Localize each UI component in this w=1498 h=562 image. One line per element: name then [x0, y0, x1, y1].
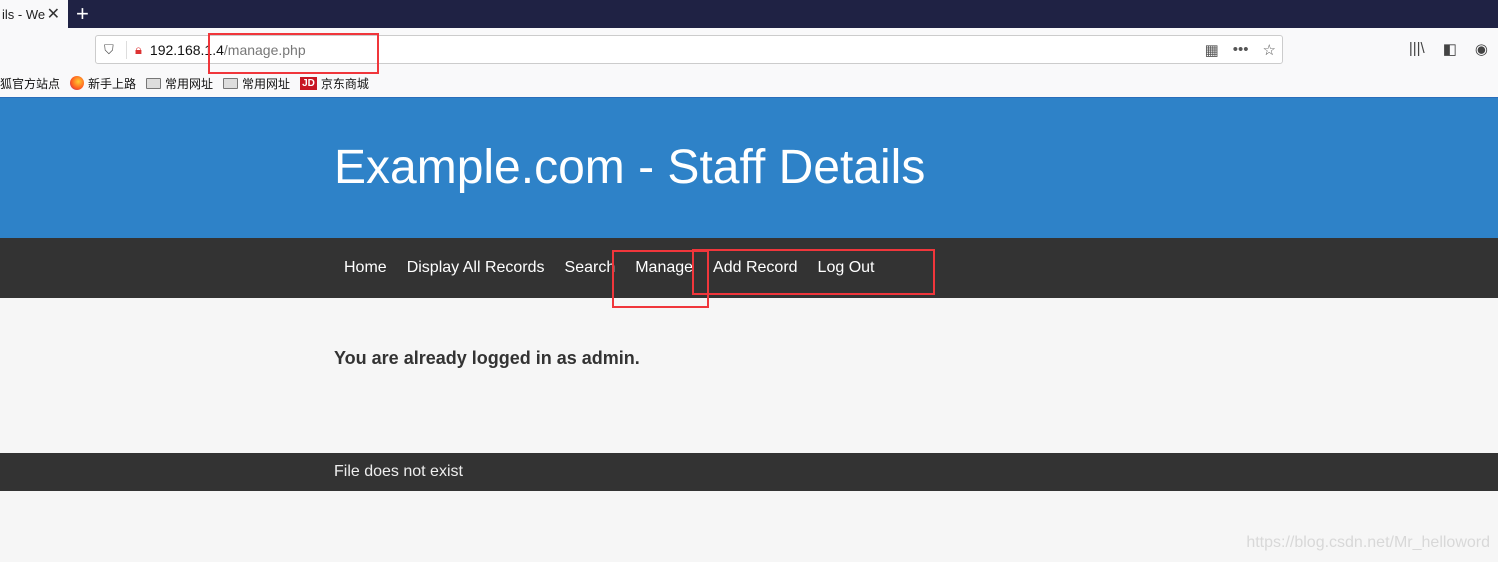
library-icon[interactable]: |||\	[1409, 40, 1425, 58]
content: You are already logged in as admin.	[0, 298, 1498, 453]
bookmark-folder[interactable]: 常用网址	[146, 75, 213, 92]
qr-code-icon[interactable]: ▦	[1205, 41, 1219, 59]
bookmark-label: 新手上路	[88, 76, 137, 91]
login-message: You are already logged in as admin.	[334, 348, 640, 368]
folder-icon	[146, 77, 162, 89]
insecure-lock-icon[interactable]: 🔒︎	[135, 42, 142, 58]
more-icon[interactable]: •••	[1233, 41, 1249, 58]
bookmark[interactable]: 狐官方站点	[0, 75, 60, 92]
bookmark-label: 京东商城	[320, 76, 369, 91]
bookmark-label: 常用网址	[242, 76, 291, 91]
folder-icon	[223, 77, 239, 89]
site-header: Example.com - Staff Details	[0, 98, 1498, 238]
annotation-box	[208, 33, 379, 74]
new-tab-button[interactable]: +	[76, 1, 89, 27]
footer-text: File does not exist	[334, 463, 463, 480]
sidebar-icon[interactable]: ◧	[1443, 40, 1457, 58]
tab-title: ils - We	[2, 6, 46, 22]
bookmark-folder[interactable]: 常用网址	[223, 75, 290, 92]
close-tab-icon[interactable]: ✕	[47, 4, 60, 24]
bookmark[interactable]: 新手上路	[70, 75, 136, 92]
bookmark[interactable]: JD 京东商城	[300, 75, 369, 92]
star-icon[interactable]: ☆	[1263, 41, 1276, 59]
menu-home[interactable]: Home	[334, 259, 397, 277]
bookmark-label: 常用网址	[165, 76, 214, 91]
annotation-box	[692, 249, 935, 295]
menu-display-all-records[interactable]: Display All Records	[397, 259, 555, 277]
browser-tab[interactable]: ils - We ✕	[0, 0, 68, 28]
tab-bar: ils - We ✕ +	[0, 0, 1498, 28]
page-title: Example.com - Staff Details	[334, 141, 926, 194]
bookmark-label: 狐官方站点	[0, 76, 61, 91]
firefox-icon	[70, 76, 85, 90]
footer: File does not exist	[0, 453, 1498, 491]
watermark: https://blog.csdn.net/Mr_helloword	[1246, 534, 1490, 551]
jd-icon: JD	[300, 76, 317, 90]
account-icon[interactable]: ◉	[1475, 40, 1488, 58]
shield-icon[interactable]: ⛉	[104, 42, 118, 58]
